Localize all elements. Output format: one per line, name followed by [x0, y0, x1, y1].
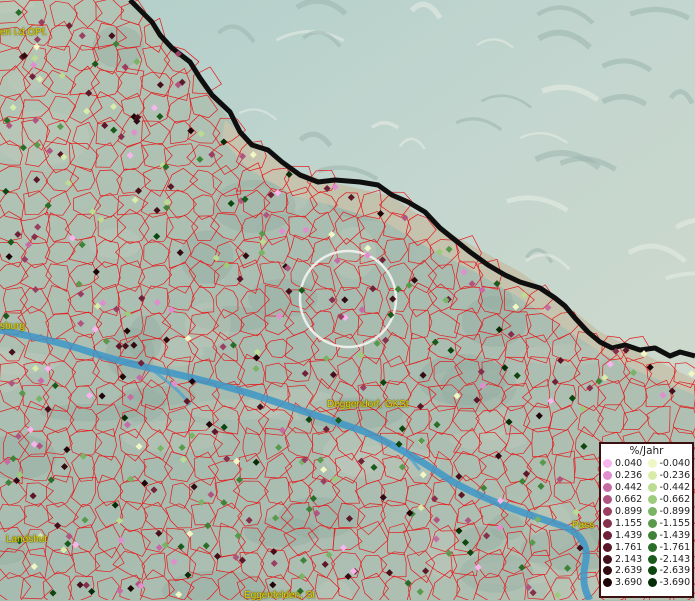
trend-legend: %/Jahr 0.0400.2360.4420.6620.8991.1551.4… [599, 442, 694, 598]
legend-row-positive: 0.442 [603, 482, 648, 494]
legend-row-positive: 2.639 [603, 565, 648, 577]
legend-row-positive: 1.439 [603, 529, 648, 541]
legend-value: -0.442 [660, 482, 691, 493]
legend-row-positive: 0.662 [603, 494, 648, 506]
place-label-6: Eggenfelden, St [244, 590, 315, 601]
legend-swatch [603, 543, 612, 552]
legend-row-negative: -2.639 [648, 565, 693, 577]
legend-positive-column: 0.0400.2360.4420.6620.8991.1551.4391.761… [603, 458, 648, 589]
legend-swatch [603, 531, 612, 540]
legend-swatch [648, 495, 657, 504]
legend-negative-column: -0.040-0.236-0.442-0.662-0.899-1.155-1.4… [648, 458, 693, 589]
legend-row-positive: 3.690 [603, 577, 648, 589]
legend-value: 2.143 [615, 554, 642, 565]
place-label-5: Pass [572, 520, 594, 531]
legend-value: -1.761 [660, 542, 691, 553]
legend-swatch [648, 471, 657, 480]
legend-swatch [603, 471, 612, 480]
legend-row-positive: 1.155 [603, 517, 648, 529]
relief-blob [185, 303, 231, 348]
legend-swatch [603, 566, 612, 575]
legend-value: 0.236 [615, 470, 642, 481]
legend-swatch [603, 459, 612, 468]
legend-row-positive: 0.236 [603, 470, 648, 482]
legend-value: -2.639 [660, 565, 691, 576]
legend-value: -0.040 [660, 458, 691, 469]
relief-blob [460, 527, 504, 551]
legend-swatch [648, 531, 657, 540]
legend-swatch [603, 578, 612, 587]
legend-row-positive: 1.761 [603, 541, 648, 553]
legend-row-negative: -0.662 [648, 494, 693, 506]
legend-swatch [603, 507, 612, 516]
legend-row-negative: -1.439 [648, 529, 693, 541]
place-label-2: sburg [0, 321, 25, 332]
relief-blob [244, 517, 319, 547]
legend-value: -1.155 [660, 518, 691, 529]
legend-swatch [648, 459, 657, 468]
legend-row-negative: -0.236 [648, 470, 693, 482]
legend-swatch [648, 483, 657, 492]
legend-swatch [603, 495, 612, 504]
legend-value: 0.442 [615, 482, 642, 493]
place-label-landshut: Landshut [6, 534, 47, 545]
legend-value: -0.236 [660, 470, 691, 481]
legend-row-negative: -2.143 [648, 553, 693, 565]
legend-value: -0.899 [660, 506, 691, 517]
place-label-1: en i.d.OPf. [0, 27, 47, 38]
legend-row-negative: -1.155 [648, 517, 693, 529]
legend-swatch [648, 555, 657, 564]
legend-value: 3.690 [615, 577, 642, 588]
legend-value: 1.439 [615, 530, 642, 541]
legend-value: 0.040 [615, 458, 642, 469]
legend-value: 2.639 [615, 565, 642, 576]
legend-value: -1.439 [660, 530, 691, 541]
relief-blob [449, 430, 527, 450]
legend-swatch [603, 519, 612, 528]
legend-row-negative: -0.040 [648, 458, 693, 470]
legend-value: 0.899 [615, 506, 642, 517]
legend-swatch [603, 483, 612, 492]
place-label-deggendorf: Deggendorf, GKSt [327, 399, 409, 410]
legend-row-positive: 0.040 [603, 458, 648, 470]
legend-value: 1.761 [615, 542, 642, 553]
legend-row-positive: 2.143 [603, 553, 648, 565]
legend-value: -3.690 [660, 577, 691, 588]
legend-title: %/Jahr [601, 445, 692, 458]
legend-row-negative: -1.761 [648, 541, 693, 553]
legend-swatch [648, 519, 657, 528]
legend-swatch [648, 543, 657, 552]
legend-swatch [648, 507, 657, 516]
legend-row-negative: -3.690 [648, 577, 693, 589]
legend-value: 0.662 [615, 494, 642, 505]
relief-blob [462, 296, 527, 347]
legend-row-negative: -0.899 [648, 506, 693, 518]
legend-value: 1.155 [615, 518, 642, 529]
legend-value: -0.662 [660, 494, 691, 505]
legend-swatch [603, 555, 612, 564]
legend-swatch [648, 566, 657, 575]
relief-map[interactable] [0, 0, 695, 600]
legend-swatch [648, 578, 657, 587]
legend-value: -2.143 [660, 554, 691, 565]
legend-row-negative: -0.442 [648, 482, 693, 494]
legend-row-positive: 0.899 [603, 506, 648, 518]
